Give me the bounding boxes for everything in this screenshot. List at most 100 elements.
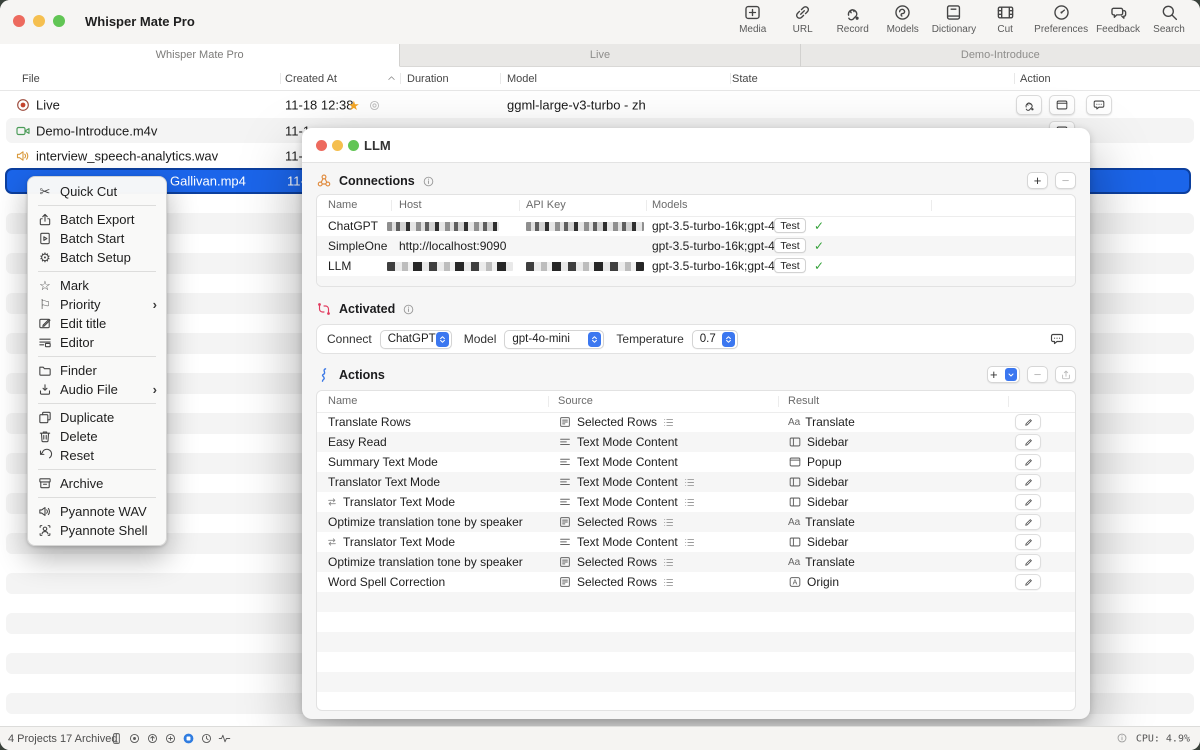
device-icon[interactable] <box>110 732 123 745</box>
edit-action-button[interactable] <box>1015 414 1041 430</box>
chat-test-icon[interactable] <box>1049 331 1065 347</box>
edit-action-button[interactable] <box>1015 454 1041 470</box>
edit-action-button[interactable] <box>1015 574 1041 590</box>
menu-item-pyannote-shell[interactable]: Pyannote Shell <box>28 521 166 540</box>
model-label: Model <box>464 332 497 346</box>
toolbar-models-button[interactable]: Models <box>878 3 928 35</box>
temperature-stepper[interactable]: 0.7 <box>692 330 738 349</box>
add-action-menu-icon[interactable] <box>1005 368 1017 381</box>
connection-row-simpleone[interactable]: SimpleOne http://localhost:9090 gpt-3.5-… <box>317 236 1075 256</box>
chat-bubbles-icon <box>1109 3 1128 22</box>
edit-action-button[interactable] <box>1015 474 1041 490</box>
column-header-duration[interactable]: Duration <box>407 67 449 90</box>
dialog-zoom-button[interactable] <box>348 140 359 151</box>
dialog-close-button[interactable] <box>316 140 327 151</box>
connect-select[interactable]: ChatGPT <box>380 330 452 349</box>
menu-item-editor[interactable]: Editor <box>28 333 166 352</box>
column-header-state[interactable]: State <box>732 67 758 90</box>
info-icon[interactable] <box>422 175 435 188</box>
action-row[interactable]: Translator Text Mode Text Mode Content S… <box>317 532 1075 552</box>
column-header-created-at[interactable]: Created At <box>285 67 337 90</box>
toolbar-media-button[interactable]: Media <box>728 3 778 35</box>
test-connection-button[interactable]: Test <box>774 218 806 233</box>
plus-circle-icon[interactable] <box>164 732 177 745</box>
menu-item-pyannote-wav[interactable]: Pyannote WAV <box>28 502 166 521</box>
menu-item-reset[interactable]: Reset <box>28 446 166 465</box>
menu-item-audio-file[interactable]: Audio File› <box>28 380 166 399</box>
connections-table: Name Host API Key Models ChatGPT gpt-3.5… <box>316 194 1076 287</box>
column-header-model[interactable]: Model <box>507 67 537 90</box>
column-divider <box>400 73 401 84</box>
close-window-button[interactable] <box>13 15 25 27</box>
model-select[interactable]: gpt-4o-mini <box>504 330 604 349</box>
toolbar-preferences-button[interactable]: Preferences <box>1030 3 1092 35</box>
col-host: Host <box>399 199 422 211</box>
column-header-action[interactable]: Action <box>1020 67 1051 90</box>
action-row[interactable]: Translator Text Mode Text Mode Content S… <box>317 492 1075 512</box>
connection-row-llm[interactable]: LLM gpt-3.5-turbo-16k;gpt-4... Test ✓ <box>317 256 1075 276</box>
action-row[interactable]: Word Spell Correction Selected Rows AOri… <box>317 572 1075 592</box>
export-actions-button[interactable] <box>1055 366 1076 383</box>
test-connection-button[interactable]: Test <box>774 238 806 253</box>
edit-action-button[interactable] <box>1015 434 1041 450</box>
toolbar-feedback-button[interactable]: Feedback <box>1092 3 1144 35</box>
menu-item-delete[interactable]: Delete <box>28 427 166 446</box>
toolbar-dictionary-button[interactable]: Dictionary <box>928 3 980 35</box>
menu-item-mark[interactable]: ☆Mark <box>28 276 166 295</box>
export-icon <box>37 212 53 227</box>
tab-live[interactable]: Live <box>400 44 800 67</box>
check-icon: ✓ <box>814 239 824 253</box>
action-row[interactable]: Easy Read Text Mode Content Sidebar <box>317 432 1075 452</box>
menu-item-edit-title[interactable]: Edit title <box>28 314 166 333</box>
upload-circle-icon[interactable] <box>146 732 159 745</box>
add-action-button[interactable]: + <box>987 366 1020 383</box>
edit-action-button[interactable] <box>1015 494 1041 510</box>
row-subtitle-button[interactable] <box>1086 95 1112 115</box>
tab-demo-introduce[interactable]: Demo-Introduce <box>801 44 1200 67</box>
row-window-button[interactable] <box>1049 95 1075 115</box>
action-row[interactable]: Summary Text Mode Text Mode Content Popu… <box>317 452 1075 472</box>
remove-action-button[interactable]: − <box>1027 366 1048 383</box>
clock-icon[interactable] <box>200 732 213 745</box>
svg-text:A: A <box>793 579 798 586</box>
minimize-window-button[interactable] <box>33 15 45 27</box>
gauge-icon <box>1052 3 1071 22</box>
menu-item-batch-start[interactable]: Batch Start <box>28 229 166 248</box>
remove-connection-button[interactable]: − <box>1055 172 1076 189</box>
dialog-minimize-button[interactable] <box>332 140 343 151</box>
list-icon <box>683 496 696 509</box>
action-row[interactable]: Translator Text Mode Text Mode Content S… <box>317 472 1075 492</box>
menu-item-finder[interactable]: Finder <box>28 361 166 380</box>
action-row[interactable]: Translate Rows Selected Rows AaTranslate <box>317 412 1075 432</box>
record-target-icon[interactable] <box>128 732 141 745</box>
connection-row-chatgpt[interactable]: ChatGPT gpt-3.5-turbo-16k;gpt-4... Test … <box>317 216 1075 236</box>
menu-item-batch-export[interactable]: Batch Export <box>28 210 166 229</box>
toolbar-record-button[interactable]: Record <box>828 3 878 35</box>
info-icon[interactable] <box>402 303 415 316</box>
activity-pulse-icon[interactable] <box>218 732 231 745</box>
zoom-window-button[interactable] <box>53 15 65 27</box>
temperature-label: Temperature <box>616 332 683 346</box>
menu-item-duplicate[interactable]: Duplicate <box>28 408 166 427</box>
column-header-file[interactable]: File <box>22 67 40 90</box>
toolbar-cut-button[interactable]: Cut <box>980 3 1030 35</box>
toolbar-url-button[interactable]: URL <box>778 3 828 35</box>
test-connection-button[interactable]: Test <box>774 258 806 273</box>
action-row[interactable]: Optimize translation tone by speaker Sel… <box>317 512 1075 532</box>
row-record-button[interactable] <box>1016 95 1042 115</box>
film-icon <box>996 3 1015 22</box>
add-connection-button[interactable]: + <box>1027 172 1048 189</box>
text-lines-icon <box>558 455 572 469</box>
stop-recording-icon[interactable] <box>182 732 195 745</box>
menu-item-quick-cut[interactable]: ✂Quick Cut <box>28 182 166 201</box>
menu-item-priority[interactable]: ⚐Priority› <box>28 295 166 314</box>
action-row[interactable]: Optimize translation tone by speaker Sel… <box>317 552 1075 572</box>
edit-action-button[interactable] <box>1015 514 1041 530</box>
menu-item-archive[interactable]: Archive <box>28 474 166 493</box>
edit-action-button[interactable] <box>1015 534 1041 550</box>
toolbar-search-button[interactable]: Search <box>1144 3 1194 35</box>
menu-item-batch-setup[interactable]: ⚙Batch Setup <box>28 248 166 267</box>
edit-action-button[interactable] <box>1015 554 1041 570</box>
tab-whisper-mate-pro[interactable]: Whisper Mate Pro <box>0 44 400 67</box>
row-stripe <box>317 276 1075 287</box>
